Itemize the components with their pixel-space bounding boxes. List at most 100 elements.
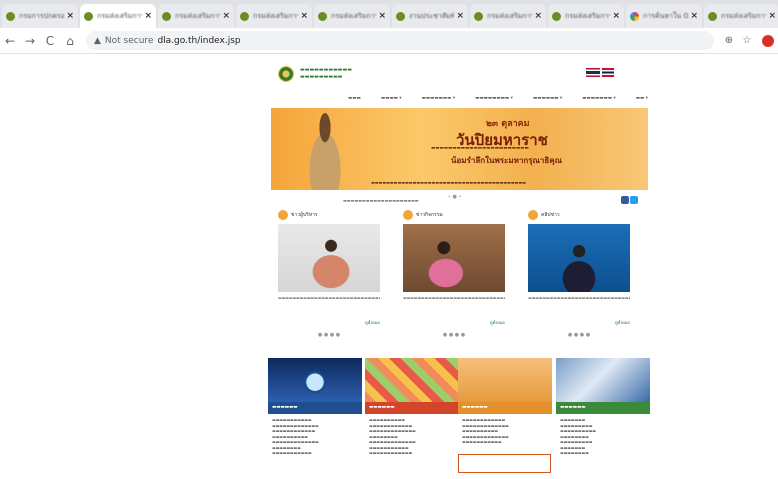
news-caption[interactable]: ▬▬▬▬▬▬▬▬▬▬▬▬▬▬▬▬▬▬▬▬▬▬▬▬▬▬▬▬▬▬▬▬▬▬▬▬▬▬ [528,295,630,317]
news-caption[interactable]: ▬▬▬▬▬▬▬▬▬▬▬▬▬▬▬▬▬▬▬▬▬▬▬▬▬▬▬▬▬▬▬▬▬▬▬▬▬▬ [403,295,505,317]
browser-tab[interactable]: กรมการปกครองส่วนท้องถิ่น× [2,4,78,28]
card-title[interactable]: ▬▬▬▬▬▬ [556,402,650,414]
card-title[interactable]: ▬▬▬▬▬▬ [268,402,362,414]
tab-title: กรมส่งเสริมการปกครองท้องถิ่น [487,11,532,20]
news-heading[interactable]: ข่าวกิจกรรม [416,211,443,219]
news-photo[interactable] [403,224,505,292]
green-seal-icon [162,11,171,21]
main-menu: ▬▬▬ ▬▬▬▬ ▾ ▬▬▬▬▬▬▬ ▾ ▬▬▬▬▬▬▬▬ ▾ ▬▬▬▬▬▬ ▾… [348,96,648,101]
browser-tab[interactable]: กรมส่งเสริมการปกครองท้องถิ่น× [80,4,156,28]
video-clip-icon [528,210,538,220]
green-seal-icon [84,11,93,21]
close-tab-icon[interactable]: × [222,11,230,21]
site-header: ▬▬▬▬▬▬▬▬▬▬▬ ▬▬▬▬▬▬▬▬▬ [278,64,650,84]
browser-tab[interactable]: กรมส่งเสริมการปกครองท้องถิ่น× [314,4,390,28]
tab-title: กรมส่งเสริมการปกครองท้องถิ่น [253,11,298,20]
news-pager-dots[interactable]: ● ● ● ● [403,332,505,338]
service-card-2[interactable]: ▬▬▬▬▬▬ ▬▬▬▬▬▬▬▬▬▬ ▬▬▬▬▬▬▬▬▬▬▬▬ ▬▬▬▬▬▬▬▬▬▬▬… [365,358,459,479]
forward-arrow-icon[interactable]: → [20,34,40,48]
dla-logo-seal[interactable] [278,66,294,82]
close-tab-icon[interactable]: × [378,11,386,21]
news-column-activity: ข่าวกิจกรรม ▬▬▬▬▬▬▬▬▬▬▬▬▬▬▬▬▬▬▬▬▬▬▬▬▬▬▬▬… [403,208,505,338]
tab-title: กรมส่งเสริมการปกครองท้องถิ่น [565,11,610,20]
menu-item[interactable]: ▬▬▬▬▬▬▬▬ ▾ [475,96,513,101]
news-pager-dots[interactable]: ● ● ● ● [528,332,630,338]
profile-avatar[interactable] [762,34,774,47]
tab-title: กรมส่งเสริมการปกครองท้องถิ่น [97,11,142,20]
facebook-icon[interactable] [621,196,629,204]
close-tab-icon[interactable]: × [144,11,152,21]
thai-flag-icon[interactable] [586,68,600,77]
reload-icon[interactable]: C [40,34,60,48]
service-card-4[interactable]: ▬▬▬▬▬▬ ▬▬▬▬▬▬▬ ▬▬▬▬▬▬▬▬▬ ▬▬▬▬▬▬▬▬▬▬ ▬▬▬▬▬▬▬… [556,358,650,479]
browser-tab[interactable]: งานประชาสัมพันธ์× [392,4,468,28]
green-seal-icon [396,11,405,21]
card-image [268,358,362,402]
browser-tab[interactable]: กรมส่งเสริมการปกครองท้องถิ่น× [158,4,234,28]
back-arrow-icon[interactable]: ← [0,34,20,48]
card-link-list[interactable]: ▬▬▬▬▬▬▬▬▬▬▬▬▬▬▬▬▬▬▬▬▬▬▬▬▬▬▬▬▬▬▬▬▬▬▬▬▬▬▬▬… [365,414,459,479]
banner-subtitle: น้อมรำลึกในพระมหากรุณาธิคุณ [451,156,563,165]
card-link-list[interactable]: ▬▬▬▬▬▬▬▬▬▬▬▬▬▬▬▬▬▬▬▬▬▬▬▬▬▬▬▬▬▬▬▬▬▬▬▬▬▬▬▬… [556,414,650,479]
menu-item[interactable]: ▬▬ ▾ [636,96,648,101]
card-title[interactable]: ▬▬▬▬▬▬ [365,402,459,414]
twitter-icon[interactable] [630,196,638,204]
carousel-dots[interactable]: • ● • [448,194,461,200]
browser-tab[interactable]: กรมส่งเสริมการปกครองท้องถิ่น× [236,4,312,28]
browser-tab[interactable]: กรมส่งเสริมการปกครองท้องถิ่น× [470,4,546,28]
hero-banner[interactable]: ๒๓ ตุลาคม วันปิยมหาราช ▬▬▬▬▬▬▬▬▬▬▬▬▬▬▬▬▬… [271,108,648,190]
home-icon[interactable]: ⌂ [60,34,80,48]
menu-item[interactable]: ▬▬▬ [348,96,361,101]
news-heading[interactable]: ข่าวผู้บริหาร [291,211,318,219]
king-portrait-image [301,112,349,190]
news-column-video: คลิปข่าว ▬▬▬▬▬▬▬▬▬▬▬▬▬▬▬▬▬▬▬▬▬▬▬▬▬▬▬▬▬▬▬… [528,208,630,338]
news-pager-dots[interactable]: ● ● ● ● [278,332,380,338]
card-title[interactable]: ▬▬▬▬▬▬ [458,402,552,414]
close-tab-icon[interactable]: × [612,11,620,21]
address-bar[interactable]: ▲ Not secure dla.go.th/index.jsp [86,31,714,50]
news-more-link[interactable]: ดูทั้งหมด [403,319,505,326]
zoom-icon[interactable]: ⊕ [720,35,738,46]
close-tab-icon[interactable]: × [768,11,776,21]
card-image [365,358,459,402]
browser-tab-strip: กรมการปกครองส่วนท้องถิ่น×กรมส่งเสริมการป… [0,0,778,28]
not-secure-label[interactable]: Not secure [105,36,154,46]
people-icon [403,210,413,220]
news-photo[interactable] [528,224,630,292]
english-flag-icon[interactable] [602,68,614,77]
browser-tab[interactable]: การค้นหาใน Google× [626,4,702,28]
news-more-link[interactable]: ดูทั้งหมด [528,319,630,326]
card-link-list[interactable]: ▬▬▬▬▬▬▬▬▬▬▬▬▬▬▬▬▬▬▬▬▬▬▬▬▬▬▬▬▬▬▬▬▬▬▬▬▬▬▬▬… [268,414,362,479]
close-tab-icon[interactable]: × [456,11,464,21]
news-caption[interactable]: ▬▬▬▬▬▬▬▬▬▬▬▬▬▬▬▬▬▬▬▬▬▬▬▬▬▬▬▬▬▬▬▬▬▬▬▬▬▬ [278,295,380,317]
green-seal-icon [240,11,249,21]
news-photo[interactable] [278,224,380,292]
warning-triangle-icon[interactable]: ▲ [94,36,101,46]
menu-item[interactable]: ▬▬▬▬▬▬ ▾ [533,96,562,101]
banner-subtitle-small: ▬▬▬▬▬▬▬▬▬▬▬▬▬▬▬▬▬▬▬▬▬▬▬ [431,146,529,151]
tab-title: กรมส่งเสริมการปกครองท้องถิ่น [175,11,220,20]
tab-title: กรมส่งเสริมการปกครองท้องถิ่น [331,11,376,20]
menu-item[interactable]: ▬▬▬▬▬▬▬ ▾ [422,96,455,101]
browser-tab[interactable]: กรมส่งเสริมการปกครองท้องถิ่น× [548,4,624,28]
green-seal-icon [318,11,327,21]
browser-toolbar: ← → C ⌂ ▲ Not secure dla.go.th/index.jsp… [0,28,778,54]
bookmark-star-icon[interactable]: ☆ [738,35,756,46]
close-tab-icon[interactable]: × [690,11,698,21]
tab-title: งานประชาสัมพันธ์ [409,11,455,20]
green-seal-icon [552,11,561,21]
card-image [458,358,552,402]
banner-footer-text: ▬▬▬▬▬▬▬▬▬▬▬▬▬▬▬▬▬▬▬▬▬▬▬▬▬▬▬▬▬▬▬▬▬▬▬▬▬▬▬▬… [371,180,526,185]
menu-item[interactable]: ▬▬▬▬ ▾ [381,96,402,101]
close-tab-icon[interactable]: × [300,11,308,21]
web-page: ▬▬▬▬▬▬▬▬▬▬▬ ▬▬▬▬▬▬▬▬▬ ▬▬▬ ▬▬▬▬ ▾ ▬▬▬▬▬▬▬ … [268,58,650,479]
url-text[interactable]: dla.go.th/index.jsp [157,36,240,46]
service-card-1[interactable]: ▬▬▬▬▬▬ ▬▬▬▬▬▬▬▬▬▬▬ ▬▬▬▬▬▬▬▬▬▬▬▬▬ ▬▬▬▬▬▬▬▬▬… [268,358,362,479]
news-more-link[interactable]: ดูทั้งหมด [278,319,380,326]
news-heading[interactable]: คลิปข่าว [541,211,560,219]
close-tab-icon[interactable]: × [66,11,74,21]
browser-tab[interactable]: กรมส่งเสริมการปกครองท้องถิ่น× [704,4,778,28]
menu-item[interactable]: ▬▬▬▬▬▬▬ ▾ [582,96,615,101]
calendar-icon [278,210,288,220]
close-tab-icon[interactable]: × [534,11,542,21]
